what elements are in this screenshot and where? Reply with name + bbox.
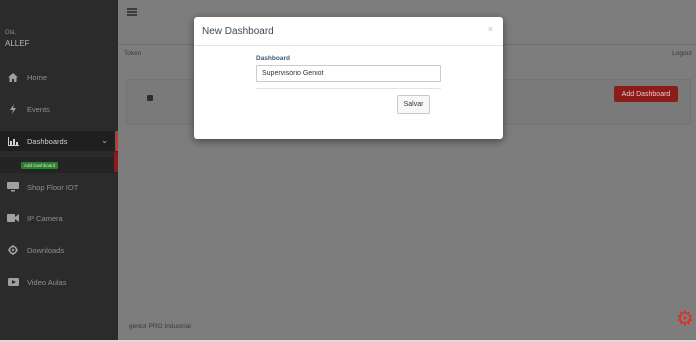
- sidebar-item-label: Events: [27, 104, 50, 114]
- sidebar: Olá, ALLEF Home Events Dashboards ⌄ Add …: [0, 0, 118, 342]
- sidebar-item-label: Dashboards: [27, 136, 68, 146]
- sidebar-item-dashboards[interactable]: Dashboards ⌄: [0, 131, 118, 151]
- sidebar-item-label: IP Camera: [27, 213, 63, 223]
- chevron-down-icon: ⌄: [101, 136, 108, 145]
- bar-chart-icon: [6, 136, 20, 146]
- field-divider: [256, 88, 441, 89]
- new-dashboard-modal: New Dashboard × Dashboard Salvar: [194, 17, 503, 139]
- sidebar-item-ip-camera[interactable]: IP Camera: [0, 208, 118, 228]
- sidebar-subitem-add-dashboard[interactable]: Add Dashboard: [21, 162, 59, 169]
- logout-link[interactable]: Logout: [672, 50, 692, 57]
- sidebar-item-events[interactable]: Events: [0, 99, 118, 119]
- close-icon[interactable]: ×: [488, 24, 493, 34]
- dashboard-field-label: Dashboard: [256, 55, 290, 62]
- panel-icon[interactable]: [147, 95, 153, 101]
- sidebar-item-label: Downloads: [27, 245, 65, 255]
- footer-text: geniot PRO Industrial: [129, 323, 191, 330]
- sidebar-item-downloads[interactable]: Downloads: [0, 240, 118, 260]
- sub-menu-row: [0, 157, 118, 173]
- modal-title: New Dashboard: [202, 26, 274, 37]
- sidebar-item-shop-floor[interactable]: Shop Floor IOT: [0, 177, 118, 197]
- settings-icon: [6, 245, 20, 255]
- sidebar-item-label: Video Aulas: [27, 277, 67, 287]
- add-dashboard-button[interactable]: Add Dashboard: [614, 86, 678, 102]
- modal-divider: [194, 45, 503, 46]
- gear-icon[interactable]: ⚙: [674, 308, 696, 330]
- hamburger-menu-icon[interactable]: [127, 8, 137, 16]
- play-icon: [6, 277, 20, 287]
- greeting-text: Olá,: [5, 30, 17, 36]
- monitor-icon: [6, 182, 20, 192]
- sidebar-item-home[interactable]: Home: [0, 67, 118, 87]
- bolt-icon: [6, 104, 20, 114]
- save-button[interactable]: Salvar: [397, 95, 430, 114]
- token-label: Token: [124, 50, 142, 57]
- dashboard-name-input[interactable]: [256, 65, 441, 82]
- username: ALLEF: [5, 39, 30, 48]
- video-camera-icon: [6, 213, 20, 223]
- sidebar-item-video-aulas[interactable]: Video Aulas: [0, 272, 118, 292]
- sidebar-item-label: Home: [27, 72, 48, 82]
- home-icon: [6, 72, 20, 82]
- sidebar-item-label: Shop Floor IOT: [27, 182, 79, 192]
